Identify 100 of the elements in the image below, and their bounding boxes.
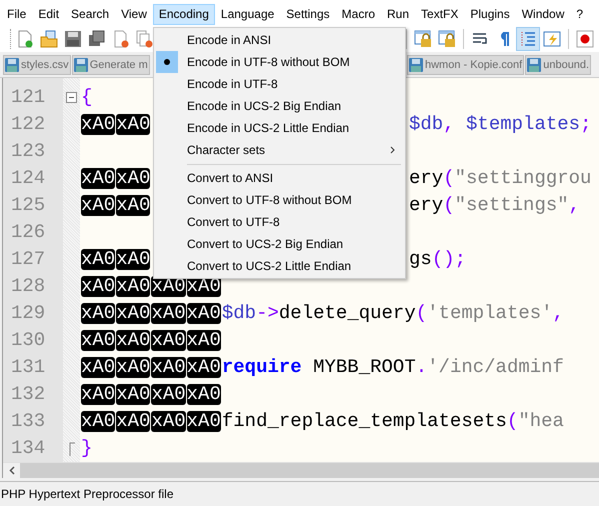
menu-item[interactable]: Encoding bbox=[152, 4, 215, 25]
code-token: . bbox=[416, 355, 428, 380]
menu-item[interactable]: Search bbox=[65, 4, 116, 25]
nbsp-marker: xA0 bbox=[81, 411, 116, 432]
nbsp-marker: xA0 bbox=[186, 330, 221, 352]
code-token: ery bbox=[409, 166, 444, 192]
code-token: MYBB_ROOT bbox=[312, 355, 416, 380]
fold-box-icon[interactable] bbox=[66, 92, 77, 104]
code-token: ( bbox=[443, 193, 455, 218]
menu-item[interactable]: Settings bbox=[280, 4, 336, 25]
new-file-icon bbox=[16, 30, 34, 48]
code-token: "settings" bbox=[454, 193, 569, 218]
menu-entry[interactable]: Encode in UTF-8 without BOM bbox=[154, 51, 405, 73]
chevron-right-icon bbox=[390, 146, 395, 154]
nbsp-marker: xA0 bbox=[116, 249, 150, 270]
nbsp-marker: xA0 bbox=[81, 114, 116, 136]
nbsp-marker: xA0 bbox=[81, 168, 116, 190]
code-token: ( bbox=[443, 166, 455, 192]
menu-entry[interactable]: Convert to UCS-2 Little Endian bbox=[154, 255, 405, 277]
line-number: 124 bbox=[10, 166, 46, 192]
menu-item[interactable]: Window bbox=[516, 4, 570, 25]
code-token: gs bbox=[409, 247, 432, 272]
code-token: $db bbox=[409, 112, 444, 138]
nbsp-marker: xA0 bbox=[81, 357, 116, 378]
code-token: $templates bbox=[466, 112, 580, 138]
code-token: , bbox=[552, 301, 564, 326]
nbsp-marker: xA0 bbox=[151, 384, 186, 406]
floppy-icon bbox=[5, 58, 19, 72]
menu-item[interactable]: ? bbox=[570, 4, 590, 25]
menu-entry[interactable]: Encode in UTF-8 bbox=[154, 73, 405, 95]
line-number: 134 bbox=[10, 436, 46, 462]
code-token: , bbox=[568, 193, 580, 218]
nbsp-marker: xA0 bbox=[116, 114, 150, 136]
folder-icon bbox=[40, 30, 58, 48]
file-tab[interactable]: hwmon - Kopie.conf bbox=[407, 55, 524, 76]
nbsp-marker: xA0 bbox=[186, 357, 221, 378]
menu-item[interactable]: TextFX bbox=[415, 4, 464, 25]
line-number: 121 bbox=[10, 85, 46, 110]
nbsp-marker: xA0 bbox=[186, 303, 221, 324]
scroll-left-icon[interactable] bbox=[8, 466, 14, 476]
nbsp-marker: xA0 bbox=[151, 411, 186, 432]
code-token: 'templates' bbox=[427, 301, 553, 326]
nbsp-marker: xA0 bbox=[151, 330, 186, 352]
menu-item[interactable]: Macro bbox=[336, 4, 381, 25]
indent-guide-icon bbox=[519, 30, 537, 48]
nbsp-marker: xA0 bbox=[116, 411, 150, 432]
lightning-icon bbox=[543, 30, 561, 48]
menu-entry[interactable]: Convert to ANSI bbox=[154, 167, 405, 189]
nbsp-marker: xA0 bbox=[151, 357, 186, 378]
menu-entry[interactable]: Character sets bbox=[154, 139, 405, 161]
nbsp-marker: xA0 bbox=[81, 249, 116, 270]
file-tab[interactable]: styles.csv bbox=[3, 55, 71, 76]
line-number: 127 bbox=[10, 247, 46, 272]
menu-entry[interactable]: Convert to UTF-8 bbox=[154, 211, 405, 233]
bullet-icon bbox=[156, 51, 178, 73]
line-number: 126 bbox=[10, 220, 46, 246]
record-icon bbox=[576, 30, 594, 48]
toolbar-button[interactable] bbox=[516, 27, 540, 52]
code-token: ; bbox=[580, 112, 592, 138]
save-all-icon bbox=[88, 30, 106, 48]
close-file-icon bbox=[112, 30, 130, 48]
file-tab[interactable]: Generate m bbox=[72, 55, 150, 76]
code-token: ( bbox=[416, 301, 428, 326]
menu-item[interactable]: View bbox=[115, 4, 153, 25]
code-token: "settinggrou bbox=[454, 166, 592, 192]
code-token: ( bbox=[506, 409, 518, 434]
horizontal-scrollbar[interactable] bbox=[3, 462, 599, 478]
nbsp-marker: xA0 bbox=[186, 384, 221, 406]
nbsp-marker: xA0 bbox=[81, 303, 116, 324]
menu-entry[interactable]: Encode in UCS-2 Little Endian bbox=[154, 117, 405, 139]
menu-entry[interactable]: Encode in UCS-2 Big Endian bbox=[154, 95, 405, 117]
floppy-icon bbox=[74, 58, 88, 72]
code-token: { bbox=[81, 85, 92, 110]
floppy-icon bbox=[527, 58, 542, 72]
nbsp-marker: xA0 bbox=[81, 276, 116, 298]
menu-item[interactable]: Edit bbox=[32, 4, 66, 25]
save-icon bbox=[64, 30, 82, 48]
menu-item[interactable]: Language bbox=[214, 4, 280, 25]
lock-icon bbox=[438, 30, 456, 48]
menu-entry[interactable]: Convert to UCS-2 Big Endian bbox=[154, 233, 405, 255]
menu-item[interactable]: Plugins bbox=[464, 4, 516, 25]
menu-entry[interactable]: Convert to UTF-8 without BOM bbox=[154, 189, 405, 211]
nbsp-marker: xA0 bbox=[81, 384, 116, 406]
menu-item[interactable]: File bbox=[1, 4, 32, 25]
code-token: '/inc/adminf bbox=[427, 355, 564, 380]
nbsp-marker: xA0 bbox=[186, 411, 221, 432]
nbsp-marker: xA0 bbox=[81, 195, 116, 216]
code-token: ery bbox=[409, 193, 444, 218]
file-tab[interactable]: unbound. bbox=[525, 55, 592, 76]
nbsp-marker: xA0 bbox=[116, 357, 150, 378]
close-all-icon bbox=[136, 30, 154, 48]
code-token: } bbox=[81, 436, 92, 462]
menu-item[interactable]: Run bbox=[381, 4, 416, 25]
nbsp-marker: xA0 bbox=[116, 384, 150, 406]
nbsp-marker: xA0 bbox=[116, 276, 150, 298]
lock-icon bbox=[414, 30, 432, 48]
line-number: 125 bbox=[10, 193, 46, 218]
code-token: find_replace_templatesets bbox=[222, 409, 507, 434]
nbsp-marker: xA0 bbox=[116, 303, 150, 324]
code-token: $db bbox=[222, 301, 256, 326]
